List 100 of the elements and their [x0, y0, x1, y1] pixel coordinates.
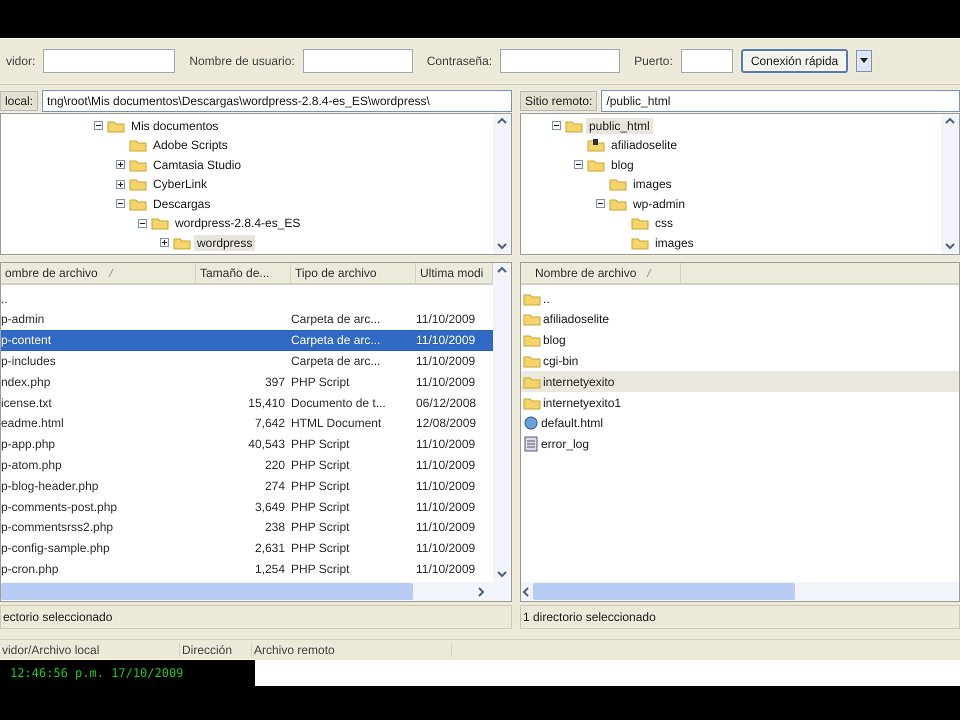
- table-cell-text: 12/08/2009: [416, 416, 478, 430]
- tree-item[interactable]: Adobe Scripts: [150, 137, 231, 154]
- web-page-icon: [523, 415, 539, 432]
- file-row[interactable]: afiliadoselite: [521, 309, 959, 330]
- expand-icon[interactable]: [160, 238, 169, 248]
- file-row[interactable]: p-commentsrss2.php 238 PHP Script 11/10/2009: [1, 516, 493, 538]
- tree-item[interactable]: public_html: [586, 118, 653, 134]
- table-cell-text: 238: [264, 520, 286, 534]
- folder-icon: [587, 158, 605, 172]
- tree-item[interactable]: afiliadoselite: [608, 137, 680, 154]
- table-cell-text: 11/10/2009: [416, 437, 476, 452]
- input-field[interactable]: [43, 49, 176, 74]
- tree-item[interactable]: Camtasia Studio: [150, 156, 244, 173]
- tree-item[interactable]: wp-admin: [630, 196, 688, 212]
- collapse-icon[interactable]: [138, 218, 147, 228]
- file-name: cgi-bin: [543, 354, 578, 368]
- tree-item[interactable]: CyberLink: [150, 176, 210, 192]
- file-row[interactable]: cgi-bin: [521, 350, 959, 372]
- file-row[interactable]: p-blog-header.php 274 PHP Script 11/10/2009: [1, 475, 493, 496]
- tree-item[interactable]: Descargas: [150, 196, 214, 212]
- table-cell-text: PHP Script: [291, 541, 350, 556]
- file-row[interactable]: p-app.php 40,543 PHP Script 11/10/2009: [1, 434, 493, 455]
- file-row[interactable]: p-content Carpeta de arc... 11/10/2009: [1, 330, 493, 351]
- horizontal-scrollbar[interactable]: [521, 582, 959, 602]
- table-cell-text: p-app.php: [1, 437, 56, 452]
- input-field[interactable]: [302, 49, 413, 74]
- file-row[interactable]: p-includes Carpeta de arc... 11/10/2009: [1, 350, 493, 372]
- collapse-icon[interactable]: [116, 199, 125, 208]
- path-field[interactable]: /public_html: [601, 90, 960, 112]
- table-cell-text: 11/10/2009: [416, 541, 476, 556]
- horizontal-scrollbar[interactable]: [1, 582, 511, 602]
- file-row[interactable]: internetyexito1: [521, 392, 959, 413]
- column-header[interactable]: vidor/Archivo local: [0, 643, 180, 658]
- collapse-icon[interactable]: [94, 121, 103, 130]
- file-name: blog: [543, 333, 566, 348]
- file-row[interactable]: p-admin Carpeta de arc... 11/10/2009: [1, 309, 493, 330]
- tree-item[interactable]: images: [630, 176, 675, 192]
- expand-icon[interactable]: [116, 160, 125, 170]
- file-name: default.html: [541, 416, 604, 430]
- column-header[interactable]: ombre de archivo: [1, 263, 196, 284]
- table-cell-text: PHP Script: [291, 520, 350, 534]
- table-cell-text: 40,543: [247, 437, 286, 452]
- table-cell-text: eadme.html: [1, 416, 65, 430]
- dropdown-button[interactable]: [856, 50, 872, 72]
- sort-indicator-icon: [108, 269, 114, 278]
- tree-item[interactable]: blog: [608, 156, 637, 173]
- table-cell-text: 11/10/2009: [416, 500, 476, 514]
- document-icon: [523, 436, 539, 452]
- table-cell-text: Carpeta de arc...: [291, 333, 382, 348]
- tree-item[interactable]: wordpress: [194, 234, 256, 251]
- file-row[interactable]: p-comments-post.php 3,649 PHP Script 11/10/2009: [1, 496, 493, 517]
- tree-item[interactable]: css: [652, 215, 676, 232]
- vertical-scrollbar[interactable]: [941, 114, 959, 254]
- file-row[interactable]: eadme.html 7,642 HTML Document 12/08/2009: [1, 412, 493, 434]
- file-row[interactable]: ndex.php 397 PHP Script 11/10/2009: [1, 371, 493, 392]
- file-row[interactable]: p-cron.php 1,254 PHP Script 11/10/2009: [1, 558, 493, 580]
- file-row[interactable]: default.html: [521, 412, 959, 434]
- file-row[interactable]: p-atom.php 220 PHP Script 11/10/2009: [1, 454, 493, 476]
- folder-icon: [129, 158, 147, 172]
- tree-item[interactable]: wordpress-2.8.4-es_ES: [172, 215, 304, 232]
- column-header[interactable]: Tamaño de...: [196, 263, 291, 284]
- table-cell-text: 11/10/2009: [416, 312, 476, 326]
- table-cell-text: 397: [264, 374, 286, 389]
- file-row[interactable]: icense.txt 15,410 Documento de t... 06/12/2008: [1, 392, 493, 413]
- caret-icon: [860, 58, 868, 64]
- file-name: ..: [543, 292, 550, 306]
- column-header[interactable]: Tipo de archivo: [291, 263, 416, 284]
- collapse-icon[interactable]: [574, 160, 583, 170]
- table-cell-text: PHP Script: [291, 562, 350, 576]
- folder-icon: [609, 196, 627, 211]
- folder-icon: [523, 374, 541, 389]
- table-cell-text: 1,254: [254, 562, 286, 576]
- vertical-scrollbar[interactable]: [493, 263, 511, 582]
- input-field[interactable]: [500, 49, 620, 74]
- field-label: Puerto:: [634, 54, 673, 68]
- tree-item[interactable]: Mis documentos: [128, 118, 222, 134]
- file-row[interactable]: blog: [521, 330, 959, 351]
- column-header[interactable]: Dirección: [180, 643, 252, 658]
- expand-icon[interactable]: [116, 180, 125, 189]
- table-cell-text: PHP Script: [291, 500, 350, 514]
- input-field[interactable]: [680, 49, 733, 74]
- file-row[interactable]: p-config-sample.php 2,631 PHP Script 11/10/2009: [1, 538, 493, 559]
- folder-icon: [523, 292, 541, 306]
- file-row[interactable]: ..: [1, 288, 493, 309]
- table-cell-text: PHP Script: [291, 478, 350, 493]
- path-field[interactable]: tng\root\Mis documentos\Descargas\wordpress-2.8.4-es_ES\wordpress\: [42, 90, 512, 112]
- quickconnect-button[interactable]: Conexión rápida: [740, 49, 848, 74]
- file-row[interactable]: ..: [521, 288, 959, 309]
- tree-item[interactable]: images: [652, 234, 697, 251]
- folder-icon: [523, 354, 541, 368]
- file-row[interactable]: error_log: [521, 434, 959, 455]
- table-cell-text: 06/12/2008: [416, 396, 478, 410]
- collapse-icon[interactable]: [552, 121, 561, 130]
- folder-icon: [523, 333, 541, 348]
- table-cell-text: PHP Script: [291, 374, 350, 389]
- file-row[interactable]: internetyexito: [521, 371, 959, 392]
- vertical-scrollbar[interactable]: [493, 114, 511, 254]
- column-header[interactable]: Archivo remoto: [252, 643, 452, 658]
- collapse-icon[interactable]: [596, 199, 605, 208]
- folder-icon: [129, 177, 147, 192]
